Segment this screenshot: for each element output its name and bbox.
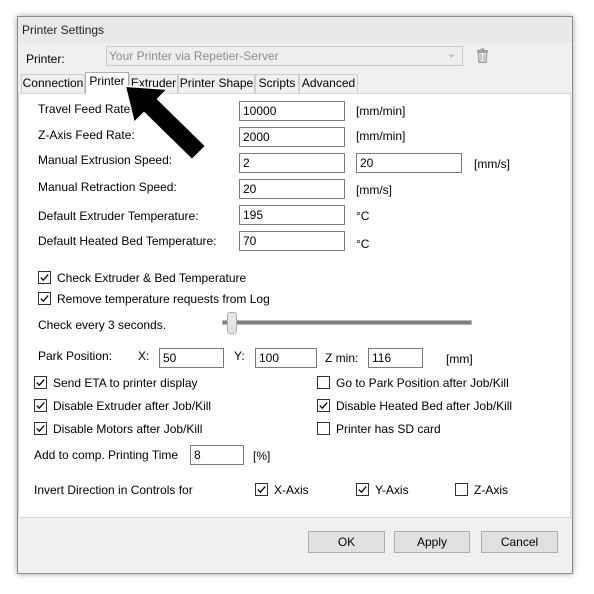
park-y-label: Y: bbox=[234, 349, 245, 363]
manual-retraction-label: Manual Retraction Speed: bbox=[38, 180, 177, 194]
check-temp-label: Check Extruder & Bed Temperature bbox=[57, 271, 247, 285]
comp-time-unit: [%] bbox=[253, 449, 271, 463]
check-temp-checkbox[interactable] bbox=[38, 271, 51, 284]
extruder-temp-label: Default Extruder Temperature: bbox=[38, 209, 199, 223]
chevron-down-icon: ⌄ bbox=[446, 48, 456, 60]
disable-motors-checkbox[interactable] bbox=[34, 422, 47, 435]
printer-label: Printer: bbox=[26, 52, 65, 66]
printer-select[interactable]: Your Printer via Repetier-Server ⌄ bbox=[106, 46, 463, 66]
bed-temp-input[interactable] bbox=[239, 231, 345, 251]
goto-park-checkbox[interactable] bbox=[317, 376, 330, 389]
window-title: Printer Settings bbox=[22, 23, 105, 37]
z-feed-input[interactable] bbox=[239, 127, 345, 147]
printer-select-value: Your Printer via Repetier-Server bbox=[109, 49, 279, 63]
title-bar: Printer Settings bbox=[18, 17, 572, 43]
manual-retraction-input[interactable] bbox=[239, 179, 345, 199]
travel-feed-unit: [mm/min] bbox=[356, 104, 406, 118]
disable-extruder-label: Disable Extruder after Job/Kill bbox=[53, 399, 212, 413]
disable-extruder-checkbox[interactable] bbox=[34, 399, 47, 412]
park-x-label: X: bbox=[138, 349, 150, 363]
cancel-button[interactable]: Cancel bbox=[481, 531, 558, 553]
park-z-label: Z min: bbox=[325, 351, 359, 365]
goto-park-label: Go to Park Position after Job/Kill bbox=[336, 376, 509, 390]
extruder-temp-input[interactable] bbox=[239, 205, 345, 225]
send-eta-label: Send ETA to printer display bbox=[53, 376, 198, 390]
park-position-label: Park Position: bbox=[38, 349, 113, 363]
park-unit: [mm] bbox=[446, 352, 473, 366]
park-y-input[interactable] bbox=[255, 348, 317, 368]
invert-z-label: Z-Axis bbox=[474, 483, 508, 497]
invert-x-label: X-Axis bbox=[274, 483, 309, 497]
travel-feed-input[interactable] bbox=[239, 101, 345, 121]
disable-bed-label: Disable Heated Bed after Job/Kill bbox=[336, 399, 513, 413]
check-every-label: Check every 3 seconds. bbox=[38, 318, 167, 332]
remove-temp-checkbox[interactable] bbox=[38, 292, 51, 305]
manual-extrusion-unit: [mm/s] bbox=[474, 157, 510, 171]
z-feed-unit: [mm/min] bbox=[356, 129, 406, 143]
remove-temp-label: Remove temperature requests from Log bbox=[57, 292, 270, 306]
trash-icon[interactable] bbox=[476, 48, 489, 66]
extruder-temp-unit: °C bbox=[356, 209, 370, 223]
sd-card-label: Printer has SD card bbox=[336, 422, 441, 436]
disable-bed-checkbox[interactable] bbox=[317, 399, 330, 412]
disable-motors-label: Disable Motors after Job/Kill bbox=[53, 422, 203, 436]
comp-time-label: Add to comp. Printing Time bbox=[34, 448, 179, 462]
check-interval-slider-track[interactable] bbox=[222, 320, 472, 325]
manual-extrusion-input-2[interactable] bbox=[356, 153, 462, 173]
invert-y-checkbox[interactable] bbox=[356, 483, 369, 496]
apply-button[interactable]: Apply bbox=[394, 531, 470, 553]
manual-retraction-unit: [mm/s] bbox=[356, 183, 392, 197]
tab-connection[interactable]: Connection bbox=[21, 74, 85, 93]
invert-direction-label: Invert Direction in Controls for bbox=[34, 483, 193, 497]
invert-z-checkbox[interactable] bbox=[455, 483, 468, 496]
annotation-arrow-icon bbox=[124, 85, 207, 161]
bed-temp-unit: °C bbox=[356, 237, 370, 251]
sd-card-checkbox[interactable] bbox=[317, 422, 330, 435]
ok-button[interactable]: OK bbox=[308, 531, 385, 553]
invert-y-label: Y-Axis bbox=[375, 483, 409, 497]
park-x-input[interactable] bbox=[159, 348, 224, 368]
manual-extrusion-input-1[interactable] bbox=[239, 153, 345, 173]
tab-advanced[interactable]: Advanced bbox=[299, 74, 358, 93]
tab-scripts[interactable]: Scripts bbox=[255, 74, 299, 93]
invert-x-checkbox[interactable] bbox=[255, 483, 268, 496]
bed-temp-label: Default Heated Bed Temperature: bbox=[38, 234, 217, 248]
send-eta-checkbox[interactable] bbox=[34, 376, 47, 389]
comp-time-input[interactable] bbox=[190, 445, 244, 465]
check-interval-slider-thumb[interactable] bbox=[227, 312, 237, 334]
park-z-input[interactable] bbox=[368, 348, 423, 368]
